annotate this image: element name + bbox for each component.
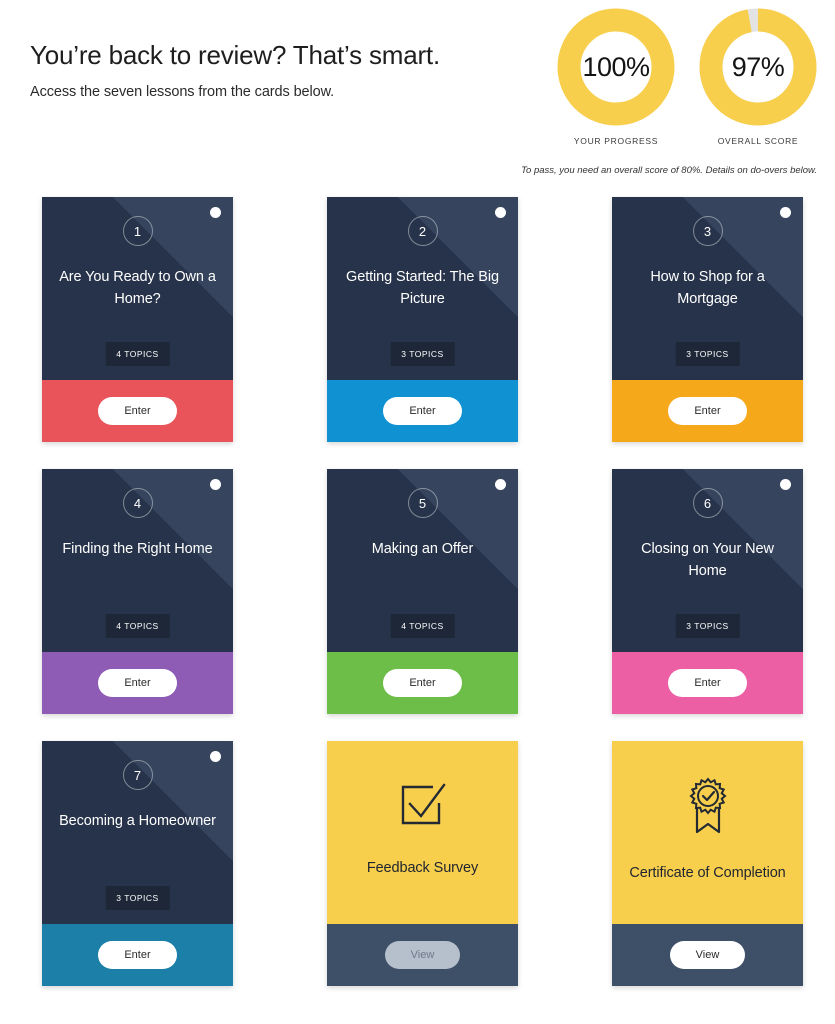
lesson-title: Becoming a Homeowner bbox=[59, 813, 216, 829]
completion-dot-icon bbox=[780, 207, 791, 218]
completion-dot-icon bbox=[210, 751, 221, 762]
progress-value: 100% bbox=[582, 51, 650, 82]
score-ring: 97% bbox=[699, 8, 817, 126]
lesson-number: 6 bbox=[692, 488, 723, 518]
feedback-survey-card-footer: View bbox=[327, 924, 518, 986]
topics-badge: 3 TOPICS bbox=[105, 886, 170, 910]
enter-button[interactable]: Enter bbox=[383, 669, 462, 697]
lesson-number: 7 bbox=[122, 760, 153, 790]
view-survey-button[interactable]: View bbox=[384, 941, 461, 969]
topics-badge: 3 TOPICS bbox=[675, 342, 740, 366]
lesson-title: Finding the Right Home bbox=[62, 541, 213, 557]
lesson-card-body: 3 How to Shop for a Mortgage 3 TOPICS bbox=[612, 197, 803, 380]
award-ribbon-icon bbox=[688, 777, 727, 834]
progress-ring: 100% bbox=[557, 8, 675, 126]
completion-dot-icon bbox=[780, 479, 791, 490]
feedback-survey-card[interactable]: Feedback Survey View bbox=[327, 741, 518, 986]
topics-badge: 3 TOPICS bbox=[675, 614, 740, 638]
enter-button[interactable]: Enter bbox=[98, 397, 177, 425]
lesson-card[interactable]: 5 Making an Offer 4 TOPICS Enter bbox=[327, 469, 518, 714]
certificate-card[interactable]: Certificate of Completion View bbox=[612, 741, 803, 986]
lesson-title: Getting Started: The Big Picture bbox=[346, 269, 499, 308]
progress-label: YOUR PROGRESS bbox=[573, 136, 659, 146]
lesson-number: 2 bbox=[407, 216, 438, 246]
enter-button[interactable]: Enter bbox=[98, 669, 177, 697]
completion-dot-icon bbox=[210, 207, 221, 218]
certificate-card-footer: View bbox=[612, 924, 803, 986]
lesson-card[interactable]: 7 Becoming a Homeowner 3 TOPICS Enter bbox=[42, 741, 233, 986]
lesson-number: 5 bbox=[407, 488, 438, 518]
score-label: OVERALL SCORE bbox=[717, 136, 799, 146]
score-value: 97% bbox=[731, 51, 785, 82]
lesson-card-body: 5 Making an Offer 4 TOPICS bbox=[327, 469, 518, 652]
lesson-card-body: 4 Finding the Right Home 4 TOPICS bbox=[42, 469, 233, 652]
lesson-title: Are You Ready to Own a Home? bbox=[59, 269, 216, 308]
checkbox-check-icon bbox=[401, 783, 446, 825]
lesson-card-body: 1 Are You Ready to Own a Home? 4 TOPICS bbox=[42, 197, 233, 380]
gauge-your-progress: 100% YOUR PROGRESS bbox=[557, 8, 675, 146]
lesson-card-footer: Enter bbox=[42, 380, 233, 442]
enter-button[interactable]: Enter bbox=[668, 397, 747, 425]
pass-requirement-note: To pass, you need an overall score of 80… bbox=[521, 165, 817, 176]
lesson-card-body: 7 Becoming a Homeowner 3 TOPICS bbox=[42, 741, 233, 924]
feedback-survey-card-body: Feedback Survey bbox=[327, 741, 518, 924]
view-certificate-button[interactable]: View bbox=[669, 941, 746, 969]
lesson-card-footer: Enter bbox=[327, 652, 518, 714]
lesson-title: Closing on Your New Home bbox=[641, 541, 774, 580]
lesson-card-footer: Enter bbox=[327, 380, 518, 442]
enter-button[interactable]: Enter bbox=[383, 397, 462, 425]
lesson-card-footer: Enter bbox=[612, 652, 803, 714]
certificate-card-title: Certificate of Completion bbox=[629, 865, 786, 882]
lesson-number: 1 bbox=[122, 216, 153, 246]
lesson-number: 4 bbox=[122, 488, 153, 518]
lesson-card-footer: Enter bbox=[612, 380, 803, 442]
progress-gauges: 100% YOUR PROGRESS 97% OVERALL SCORE bbox=[557, 8, 817, 146]
completion-dot-icon bbox=[495, 207, 506, 218]
certificate-card-body: Certificate of Completion bbox=[612, 741, 803, 924]
lesson-title: How to Shop for a Mortgage bbox=[650, 269, 765, 308]
enter-button[interactable]: Enter bbox=[668, 669, 747, 697]
lesson-card[interactable]: 4 Finding the Right Home 4 TOPICS Enter bbox=[42, 469, 233, 714]
page-header: You’re back to review? That’s smart. Acc… bbox=[0, 0, 835, 185]
feedback-survey-card-title: Feedback Survey bbox=[366, 860, 479, 877]
completion-dot-icon bbox=[210, 479, 221, 490]
lesson-card[interactable]: 1 Are You Ready to Own a Home? 4 TOPICS Ent… bbox=[42, 197, 233, 442]
lesson-number: 3 bbox=[692, 216, 723, 246]
lesson-card[interactable]: 3 How to Shop for a Mortgage 3 TOPICS Enter bbox=[612, 197, 803, 442]
topics-badge: 4 TOPICS bbox=[390, 614, 455, 638]
lesson-title: Making an Offer bbox=[371, 541, 474, 557]
gauge-overall-score: 97% OVERALL SCORE bbox=[699, 8, 817, 146]
lesson-card-body: 2 Getting Started: The Big Picture 3 TOPIC… bbox=[327, 197, 518, 380]
lesson-card[interactable]: 2 Getting Started: The Big Picture 3 TOPIC… bbox=[327, 197, 518, 442]
lesson-card-grid: 1 Are You Ready to Own a Home? 4 TOPICS Ent… bbox=[42, 197, 804, 986]
enter-button[interactable]: Enter bbox=[98, 941, 177, 969]
topics-badge: 4 TOPICS bbox=[105, 342, 170, 366]
lesson-card[interactable]: 6 Closing on Your New Home 3 TOPICS Enter bbox=[612, 469, 803, 714]
topics-badge: 4 TOPICS bbox=[105, 614, 170, 638]
lesson-card-footer: Enter bbox=[42, 652, 233, 714]
topics-badge: 3 TOPICS bbox=[390, 342, 455, 366]
lesson-card-footer: Enter bbox=[42, 924, 233, 986]
completion-dot-icon bbox=[495, 479, 506, 490]
lesson-card-body: 6 Closing on Your New Home 3 TOPICS bbox=[612, 469, 803, 652]
